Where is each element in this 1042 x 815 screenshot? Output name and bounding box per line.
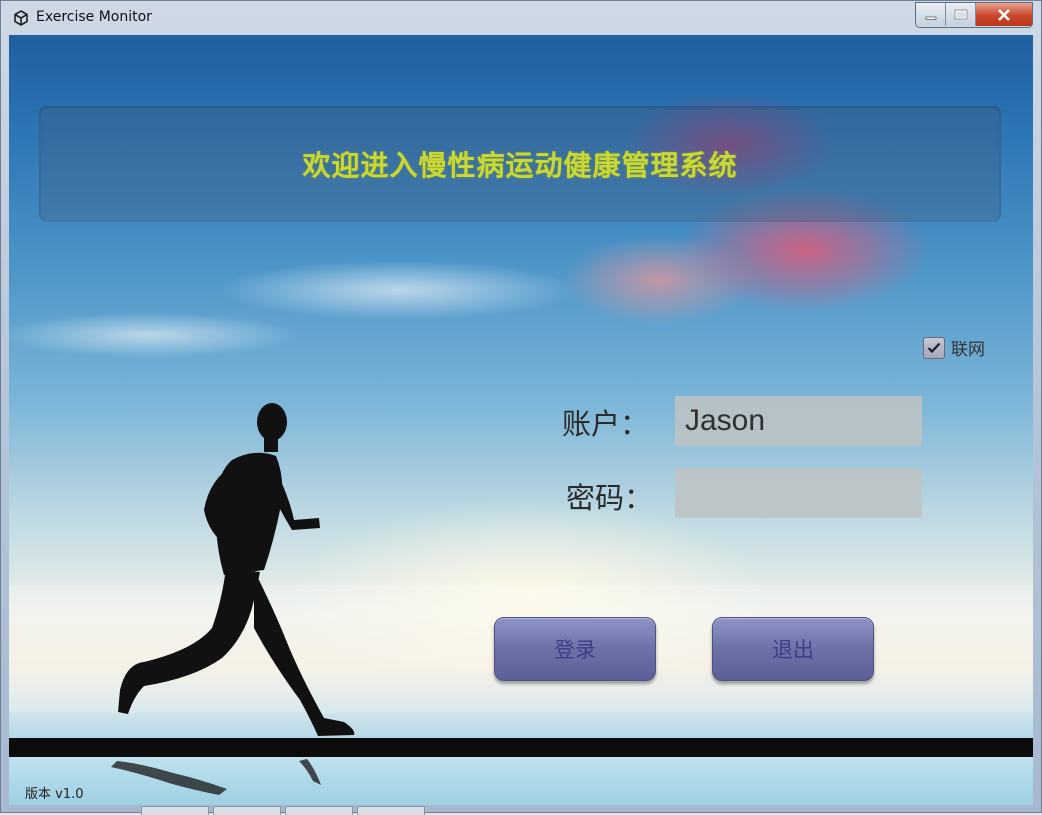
network-toggle[interactable]: 联网 <box>923 335 985 360</box>
runner-silhouette <box>118 403 355 736</box>
welcome-title: 欢迎进入慢性病运动健康管理系统 <box>302 149 738 182</box>
minimize-button[interactable] <box>916 3 946 26</box>
checkmark-icon <box>927 342 941 353</box>
minimize-icon <box>916 3 945 26</box>
caption-buttons <box>915 2 1033 28</box>
account-input[interactable] <box>675 396 922 446</box>
taskbar-tab <box>285 806 353 815</box>
taskbar-tab <box>213 806 281 815</box>
title-bar[interactable]: Exercise Monitor <box>1 1 1041 35</box>
password-input[interactable] <box>675 468 922 518</box>
unity-icon <box>14 10 28 26</box>
maximize-button[interactable] <box>946 3 976 26</box>
taskbar-tab <box>357 806 425 815</box>
account-label: 账户： <box>562 407 650 441</box>
runner-reflection <box>111 759 321 795</box>
window-title: Exercise Monitor <box>36 9 152 25</box>
network-checkbox[interactable] <box>923 336 945 359</box>
ground-strip <box>9 738 1033 757</box>
close-button[interactable] <box>976 3 1032 26</box>
taskbar-tab <box>141 806 209 815</box>
exit-button[interactable]: 退出 <box>712 617 874 681</box>
close-icon <box>976 3 1032 26</box>
network-label: 联网 <box>951 340 985 360</box>
password-label: 密码： <box>566 481 654 515</box>
login-panel: 欢迎进入慢性病运动健康管理系统 联网 账户： 密码： 登录 退出 <box>9 35 1033 805</box>
maximize-icon <box>946 3 975 26</box>
version-label: 版本 v1.0 <box>25 787 84 802</box>
login-button[interactable]: 登录 <box>494 617 656 681</box>
application-window: Exercise Monitor 欢迎进入慢性病运动健康管理系统 联网 账户： … <box>0 0 1042 815</box>
title-banner: 欢迎进入慢性病运动健康管理系统 <box>39 106 1001 222</box>
